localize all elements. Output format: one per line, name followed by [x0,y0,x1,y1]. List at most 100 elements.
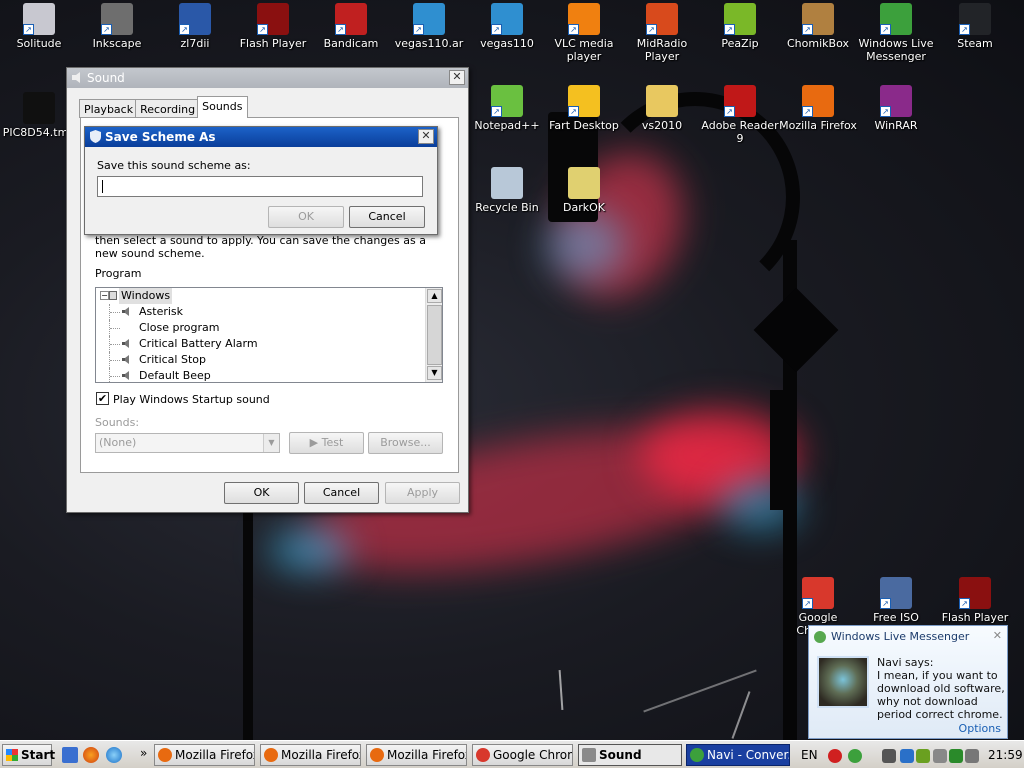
network-icon[interactable] [900,749,914,763]
save-ok-button[interactable]: OK [268,206,344,228]
desktop-icon-adobe-reader[interactable]: ↗ Adobe Reader 9 [701,85,779,145]
collapse-icon[interactable]: − [100,291,109,300]
startup-sound-checkbox[interactable]: ✔ [96,392,109,405]
recycle-bin-icon [491,167,523,199]
chrome-icon: ↗ [802,577,834,609]
desktop-icon-chomikbox[interactable]: ↗ ChomikBox [779,3,857,50]
messenger-icon[interactable] [848,749,862,763]
taskbar-item-firefox-3[interactable]: Mozilla Firefox... [366,744,467,766]
inkscape-icon: ↗ [101,3,133,35]
speaker-icon [122,307,129,316]
taskbar-item-sound[interactable]: Sound [578,744,682,766]
sound-dialog-titlebar[interactable]: Sound ✕ [67,68,468,88]
close-icon[interactable]: ✕ [993,629,1002,642]
desktop-icon-vegas110[interactable]: ↗ vegas110 [468,3,546,50]
peazip-icon: ↗ [724,3,756,35]
ie-icon[interactable] [106,747,122,763]
tab-recording[interactable]: Recording [135,99,201,118]
options-link[interactable]: Options [959,722,1001,735]
tray-app-icon[interactable] [916,749,930,763]
taskbar-item-firefox-1[interactable]: Mozilla Firefox... [154,744,255,766]
desktop-icon-midradio[interactable]: ↗ MidRadio Player [623,3,701,63]
desktop-icon-solitude[interactable]: ↗ Solitude [0,3,78,50]
shield-icon [90,130,101,143]
firefox-icon [158,748,172,762]
speaker-icon [582,748,596,762]
notification-message: Navi says: I mean, if you want to downlo… [877,656,1005,721]
show-desktop-icon[interactable] [62,747,78,763]
midradio-icon: ↗ [646,3,678,35]
desktop-icon-steam[interactable]: ↗ Steam [936,3,1014,50]
desktop-icon-firefox[interactable]: ↗ Mozilla Firefox [779,85,857,132]
taskbar-item-firefox-2[interactable]: Mozilla Firefox... [260,744,361,766]
zip-folder-icon [568,167,600,199]
tree-node-windows[interactable]: − Windows [96,288,442,304]
tree-item[interactable]: Critical Battery Alarm [96,336,442,352]
display-icon[interactable] [882,749,896,763]
tab-playback[interactable]: Playback [79,99,139,118]
desktop-icon-wlm[interactable]: ↗ Windows Live Messenger [857,3,935,63]
desktop-icon-recycle-bin[interactable]: Recycle Bin [468,167,546,214]
taskbar-item-messenger[interactable]: Navi - Conver... [686,744,790,766]
adobe-reader-icon: ↗ [724,85,756,117]
antivirus-icon[interactable] [828,749,842,763]
desktop-icon-inkscape[interactable]: ↗ Inkscape [78,3,156,50]
desktop-icon-darkok[interactable]: DarkOK [545,167,623,214]
save-cancel-button[interactable]: Cancel [349,206,425,228]
language-indicator[interactable]: EN [801,748,818,762]
desktop-icon-vlc[interactable]: ↗ VLC media player [545,3,623,63]
browse-button[interactable]: Browse... [368,432,443,454]
desktop-icon-winrar[interactable]: ↗ WinRAR [857,85,935,132]
road-line [643,669,757,713]
tray-app-icon[interactable] [933,749,947,763]
messenger-icon [814,631,826,643]
desktop-icon-vs2010[interactable]: vs2010 [623,85,701,132]
desktop-icon-fart-desktop[interactable]: ↗ Fart Desktop [545,85,623,132]
test-button[interactable]: ▶ Test [289,432,364,454]
desktop-icon-bandicam[interactable]: ↗ Bandicam [312,3,390,50]
free-iso-icon: ↗ [880,577,912,609]
road-sign [753,287,839,373]
desktop-icon-zl7dii[interactable]: ↗ zl7dii [156,3,234,50]
vertical-scrollbar[interactable]: ▲ ▼ [425,288,442,382]
clock[interactable]: 21:59 [988,748,1023,762]
start-button[interactable]: Start [2,744,55,766]
traffic-light [770,390,788,510]
solitude-icon: ↗ [23,3,55,35]
chevron-down-icon: ▼ [263,434,279,452]
tray-app-icon[interactable] [949,749,963,763]
close-button[interactable]: ✕ [449,70,465,85]
taskbar-item-chrome[interactable]: Google Chrom... [472,744,573,766]
apply-button[interactable]: Apply [385,482,460,504]
quicklaunch-overflow-icon[interactable]: » [140,746,147,760]
messenger-notification[interactable]: Windows Live Messenger ✕ Navi says: I me… [808,625,1008,739]
tree-item[interactable]: Asterisk [96,304,442,320]
close-icon: ✕ [452,70,462,83]
program-events-tree[interactable]: − Windows Asterisk Close program Critica… [95,287,443,383]
scroll-up-icon[interactable]: ▲ [427,289,442,303]
flash-player-icon: ↗ [959,577,991,609]
close-button[interactable]: ✕ [418,129,434,144]
firefox-icon[interactable] [83,747,99,763]
ok-button[interactable]: OK [224,482,299,504]
taskbar: Start » Mozilla Firefox... Mozilla Firef… [0,740,1024,768]
desktop-icon-vegas110-ar[interactable]: ↗ vegas110.ar [390,3,468,50]
close-icon: ✕ [421,129,431,142]
firefox-icon [370,748,384,762]
volume-icon[interactable] [965,749,979,763]
desktop-icon-flash-player-2[interactable]: ↗ Flash Player [936,577,1014,624]
desktop-icon-peazip[interactable]: ↗ PeaZip [701,3,779,50]
tree-item[interactable]: Default Beep [96,368,442,382]
tree-item[interactable]: Close program [96,320,442,336]
cancel-button[interactable]: Cancel [304,482,379,504]
scheme-name-input[interactable] [97,176,423,197]
tab-sounds[interactable]: Sounds [197,96,248,118]
save-scheme-titlebar[interactable]: Save Scheme As ✕ [85,127,437,147]
tree-item[interactable]: Critical Stop [96,352,442,368]
desktop-icon-flash-player[interactable]: ↗ Flash Player [234,3,312,50]
sounds-select[interactable]: (None) ▼ [95,433,280,453]
desktop-icon-free-iso[interactable]: ↗ Free ISO [857,577,935,624]
scroll-down-icon[interactable]: ▼ [427,366,442,380]
scroll-thumb[interactable] [427,305,442,365]
desktop-icon-notepadpp[interactable]: ↗ Notepad++ [468,85,546,132]
